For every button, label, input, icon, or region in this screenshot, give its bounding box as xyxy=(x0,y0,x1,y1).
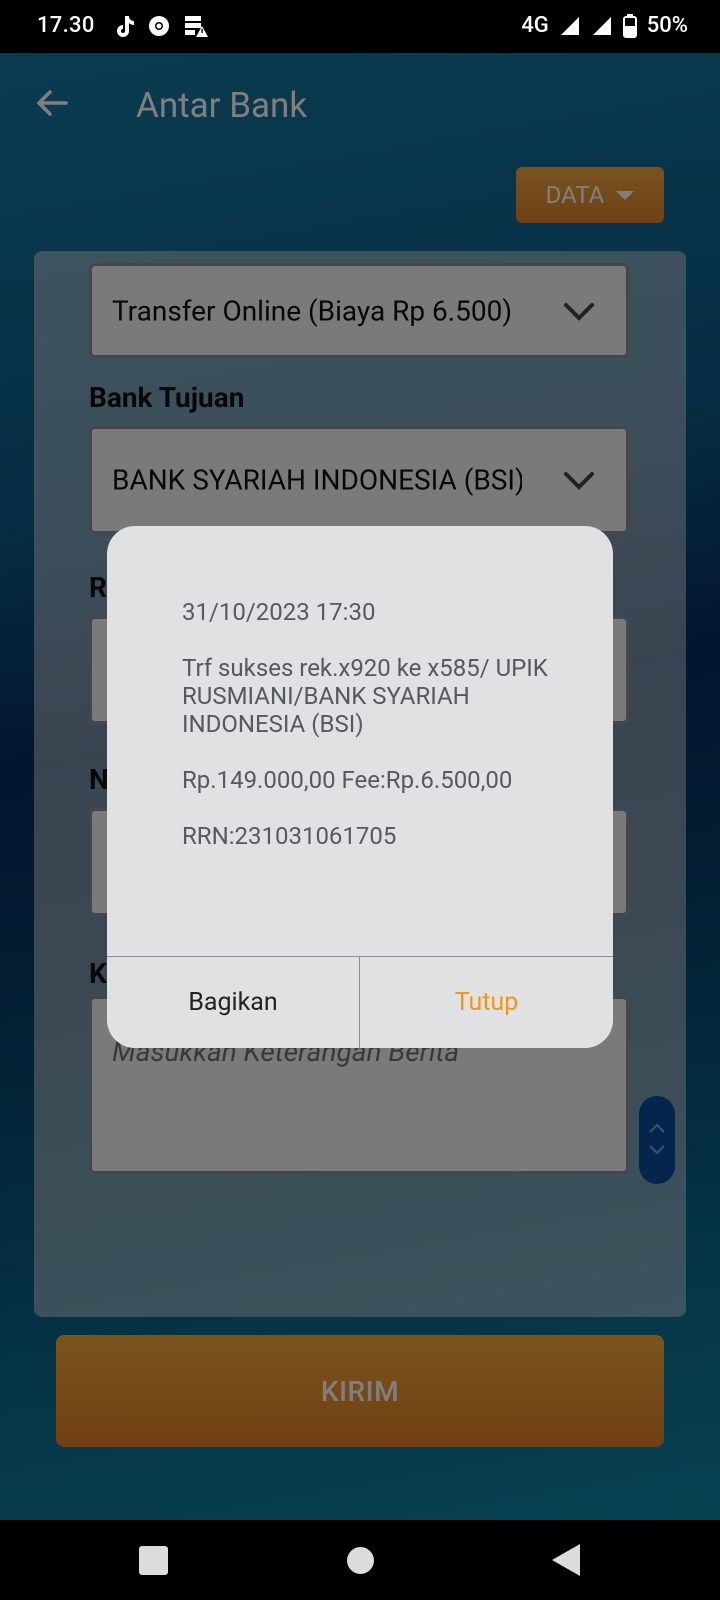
dialog-message: 31/10/2023 17:30 Trf sukses rek.x920 ke … xyxy=(182,598,582,878)
dialog-datetime: 31/10/2023 17:30 xyxy=(182,598,376,626)
notification-icons xyxy=(113,14,209,38)
status-right: 4G 50% xyxy=(521,13,688,38)
tiktok-icon xyxy=(117,16,134,37)
share-button[interactable]: Bagikan xyxy=(107,957,359,1048)
status-time: 17.30 xyxy=(37,13,95,38)
system-nav-bar xyxy=(0,1520,720,1600)
dialog-rrn: RRN:231031061705 xyxy=(182,822,397,850)
storage-warning-icon xyxy=(185,16,208,37)
signal-icon-2 xyxy=(592,16,611,35)
battery-icon xyxy=(622,13,637,38)
home-icon[interactable] xyxy=(347,1547,374,1574)
recents-icon[interactable] xyxy=(139,1546,168,1575)
signal-icon xyxy=(560,16,579,35)
close-button[interactable]: Tutup xyxy=(360,957,613,1048)
dialog-transfer-detail: Trf sukses rek.x920 ke x585/ UPIK RUSMIA… xyxy=(182,654,548,738)
chrome-icon xyxy=(149,16,169,36)
dialog-amount: Rp.149.000,00 Fee:Rp.6.500,00 xyxy=(182,766,513,794)
status-bar: 17.30 4G 50% xyxy=(0,0,720,53)
network-type: 4G xyxy=(521,13,549,38)
back-triangle-icon[interactable] xyxy=(552,1544,580,1576)
transfer-result-dialog: 31/10/2023 17:30 Trf sukses rek.x920 ke … xyxy=(107,526,613,1048)
battery-level: 50% xyxy=(646,13,688,38)
